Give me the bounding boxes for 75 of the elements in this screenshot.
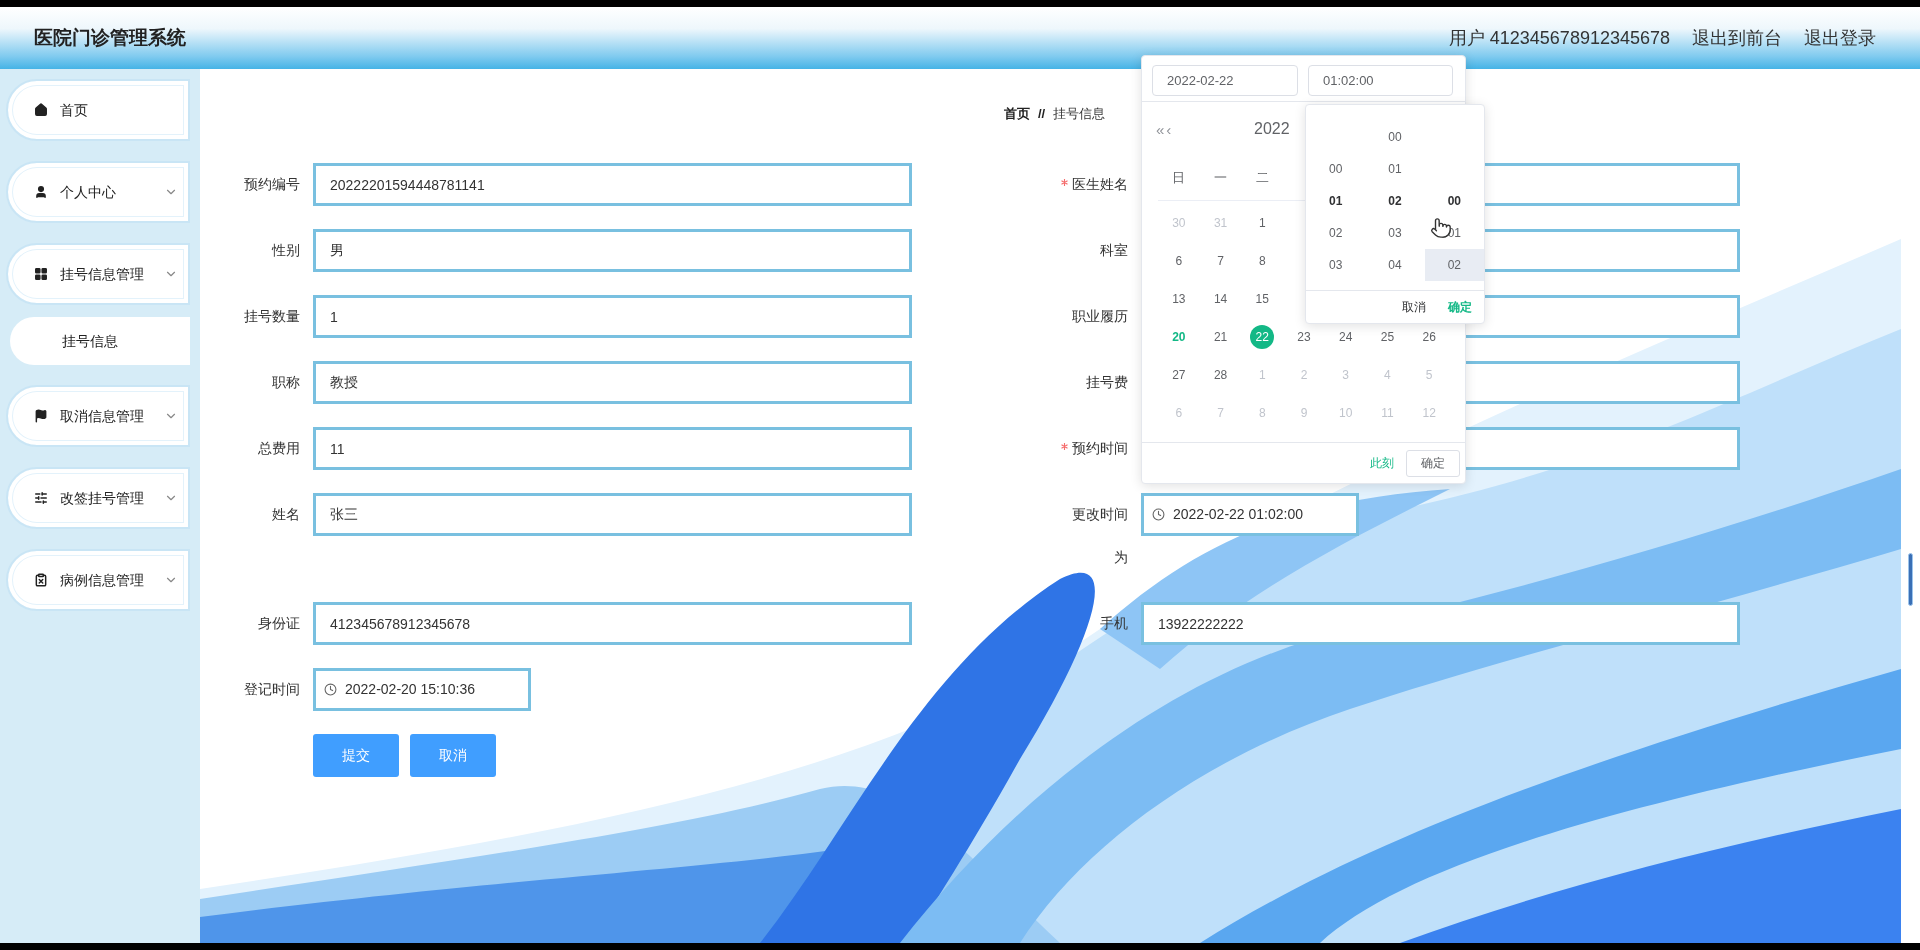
calendar-day[interactable]: 8 <box>1250 252 1275 270</box>
sidebar-item[interactable]: 改签挂号管理 <box>6 467 190 529</box>
time-option[interactable]: 00 <box>1424 185 1484 217</box>
sidebar-subitem[interactable]: 挂号信息 <box>10 317 190 365</box>
required-icon <box>1061 179 1068 186</box>
field-label: 挂号数量 <box>244 307 300 326</box>
field-label: 科室 <box>1100 241 1128 260</box>
weekday-label: 二 <box>1254 169 1270 188</box>
time-option[interactable]: 02 <box>1365 185 1425 217</box>
time-option[interactable]: 02 <box>1424 249 1484 281</box>
date-field[interactable]: 2022-02-20 15:10:36 <box>313 668 531 711</box>
field-label: 身份证 <box>258 614 300 633</box>
sidebar-item[interactable]: 挂号信息管理 <box>6 243 190 305</box>
user-icon <box>34 185 48 199</box>
field-label: 职业履历 <box>1072 307 1128 326</box>
text-field[interactable]: 11 <box>313 427 912 470</box>
cancel-button[interactable]: 取消 <box>1402 298 1426 316</box>
calendar-day[interactable]: 26 <box>1417 328 1442 346</box>
scrollbar-thumb[interactable] <box>1908 553 1913 606</box>
field-label: 预约编号 <box>244 175 300 194</box>
date-input[interactable]: 2022-02-22 <box>1152 65 1298 96</box>
text-field[interactable]: 1 <box>313 295 912 338</box>
field-label: 姓名 <box>272 505 300 524</box>
breadcrumb-link[interactable]: 首页 <box>1004 104 1030 124</box>
calendar-day[interactable]: 7 <box>1208 252 1233 270</box>
time-option[interactable]: 01 <box>1306 185 1366 217</box>
text-field[interactable]: 20222201594448781141 <box>313 163 912 206</box>
text-field[interactable]: 男 <box>313 229 912 272</box>
calendar-day[interactable]: 15 <box>1250 290 1275 308</box>
calendar-day[interactable]: 24 <box>1333 328 1358 346</box>
field-label: 预约时间 <box>1072 439 1128 458</box>
weekday-label: 日 <box>1171 169 1187 188</box>
clock-icon <box>1152 508 1165 521</box>
breadcrumb-current: 挂号信息 <box>1053 105 1106 124</box>
flag-icon <box>34 409 48 423</box>
field-label: 挂号费 <box>1086 373 1128 392</box>
calendar-day[interactable]: 23 <box>1292 328 1316 346</box>
field-label: 更改时间为 <box>1071 505 1128 567</box>
sidebar-item[interactable]: 取消信息管理 <box>6 385 190 447</box>
time-input[interactable]: 01:02:00 <box>1308 65 1453 96</box>
calendar-day[interactable]: 14 <box>1208 290 1233 308</box>
text-field[interactable]: 412345678912345678 <box>313 602 912 645</box>
app-title: 医院门诊管理系统 <box>34 25 186 50</box>
calendar-day[interactable]: 27 <box>1166 366 1191 384</box>
grid-icon <box>34 267 48 281</box>
calendar-day[interactable]: 28 <box>1208 366 1233 384</box>
confirm-button[interactable]: 确定 <box>1406 449 1460 477</box>
field-label: 登记时间 <box>244 680 300 699</box>
breadcrumb-separator: // <box>1038 105 1046 124</box>
clipboard-icon <box>34 573 48 587</box>
calendar-day[interactable]: 13 <box>1166 290 1191 308</box>
clock-icon <box>324 683 337 696</box>
home-icon <box>34 103 48 117</box>
text-field[interactable]: 教授 <box>313 361 912 404</box>
calendar-day[interactable]: 21 <box>1208 328 1233 346</box>
calendar-day[interactable]: 1 <box>1250 214 1275 232</box>
weekday-label: 一 <box>1213 169 1229 188</box>
header-link[interactable]: 退出到前台 <box>1692 24 1782 52</box>
field-label: 医生姓名 <box>1072 175 1128 194</box>
calendar-day[interactable]: 25 <box>1375 328 1400 346</box>
calendar-heading: 2022 <box>1254 119 1290 139</box>
field-label: 总费用 <box>258 439 300 458</box>
user-label: 用户 412345678912345678 <box>1448 26 1670 50</box>
date-field[interactable]: 2022-02-22 01:02:00 <box>1141 493 1359 536</box>
header-link[interactable]: 退出登录 <box>1804 24 1876 52</box>
text-field[interactable]: 张三 <box>313 493 912 536</box>
calendar-day[interactable]: 6 <box>1166 252 1191 270</box>
sliders-icon <box>34 491 48 505</box>
text-field[interactable]: 13922222222 <box>1141 602 1740 645</box>
field-label: 性别 <box>272 241 300 260</box>
sidebar-item[interactable]: 个人中心 <box>6 161 190 223</box>
field-label: 职称 <box>272 373 300 392</box>
sidebar-item[interactable]: 病例信息管理 <box>6 549 190 611</box>
required-icon <box>1061 443 1068 450</box>
sidebar-item[interactable]: 首页 <box>6 79 190 141</box>
